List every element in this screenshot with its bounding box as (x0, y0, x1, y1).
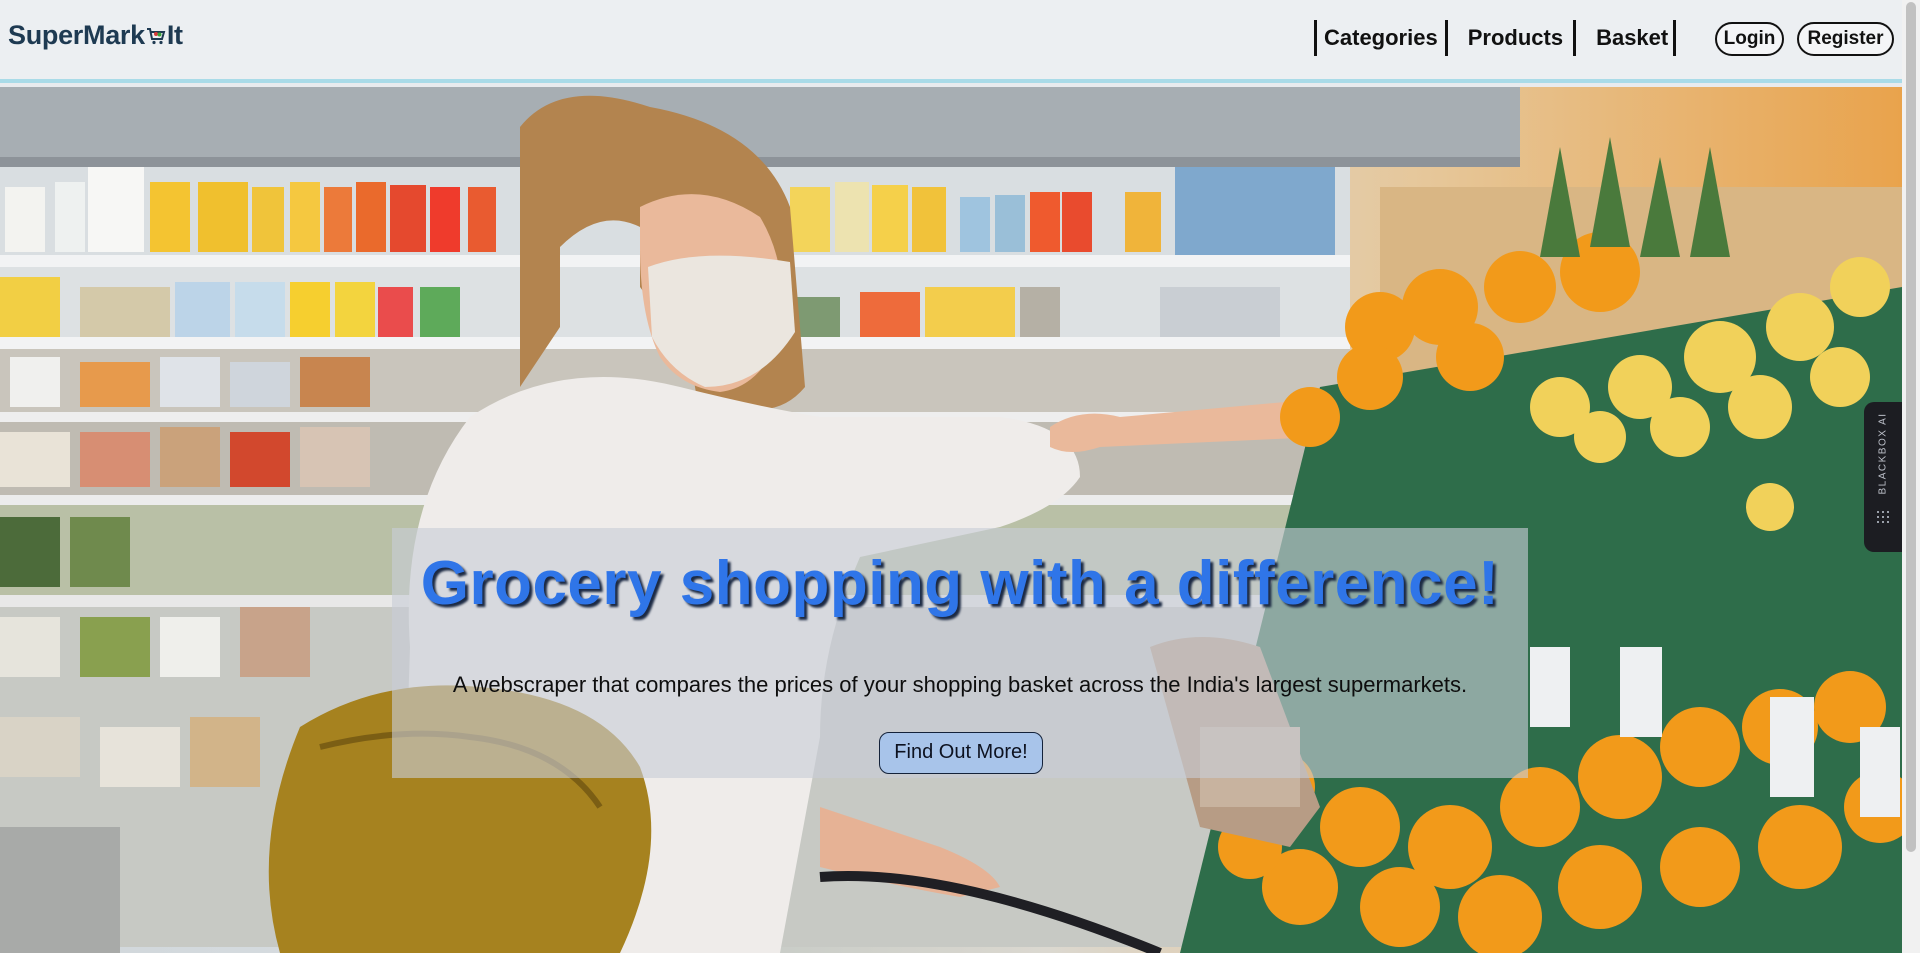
hero-overlay: Grocery shopping with a difference! A we… (392, 528, 1528, 778)
logo-text-start: SuperMark (8, 20, 145, 50)
register-button[interactable]: Register (1797, 22, 1894, 56)
find-out-more-button[interactable]: Find Out More! (879, 732, 1043, 774)
hero-background-image (0, 87, 1902, 953)
logo-text-end: It (166, 20, 183, 50)
blackbox-ai-label: BLACKBOX AI (1877, 412, 1889, 495)
hero-section: Grocery shopping with a difference! A we… (0, 87, 1902, 953)
nav-products[interactable]: Products (1448, 20, 1577, 56)
blackbox-ai-widget[interactable]: BLACKBOX AI (1864, 402, 1902, 552)
login-button[interactable]: Login (1715, 22, 1784, 56)
site-header: SuperMark It Categories Products Basket … (0, 0, 1902, 83)
page-scrollbar[interactable] (1902, 0, 1920, 953)
shopping-cart-icon (146, 28, 166, 45)
scrollbar-thumb[interactable] (1906, 2, 1916, 852)
nav-categories[interactable]: Categories (1314, 20, 1448, 56)
blackbox-icon (1877, 511, 1889, 523)
nav-basket[interactable]: Basket (1576, 20, 1677, 56)
hero-headline: Grocery shopping with a difference! (420, 549, 1500, 618)
main-nav: Categories Products Basket (1314, 20, 1677, 56)
logo[interactable]: SuperMark It (8, 20, 183, 51)
hero-subline: A webscraper that compares the prices of… (452, 672, 1468, 697)
